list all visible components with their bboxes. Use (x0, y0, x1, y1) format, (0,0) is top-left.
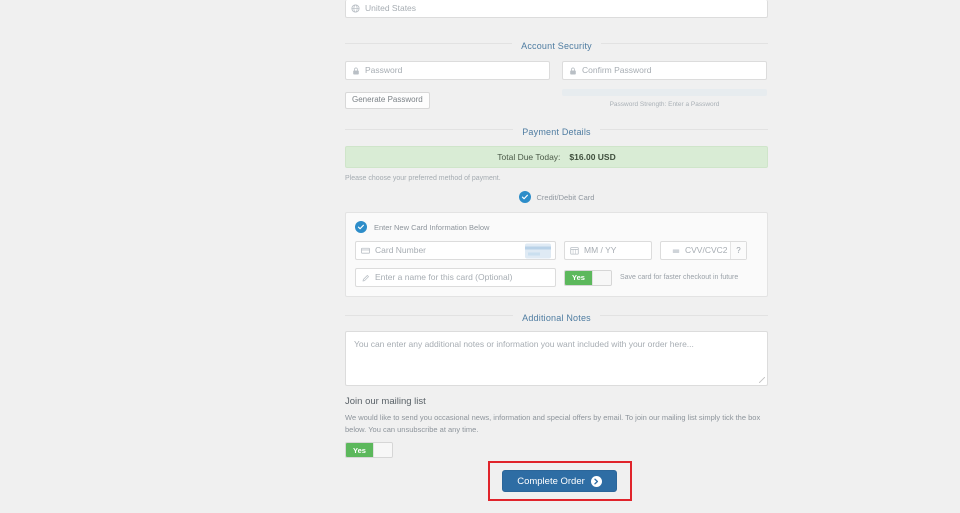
card-cvv-placeholder-text: CVV/CVC2 (685, 245, 728, 256)
card-cvv-field[interactable]: CVV/CVC2 ? (660, 241, 747, 260)
order-form: United States Account Security Password … (345, 0, 768, 513)
check-circle-icon (355, 221, 367, 233)
complete-order-button[interactable]: Complete Order (502, 470, 617, 493)
confirm-password-placeholder-text: Confirm Password (582, 65, 652, 76)
section-title: Account Security (512, 41, 601, 51)
calendar-icon (570, 246, 579, 255)
total-due-label: Total Due Today: (497, 152, 561, 162)
password-placeholder-text: Password (365, 65, 403, 76)
total-due-banner: Total Due Today: $16.00 USD (345, 146, 768, 168)
card-name-field[interactable]: Enter a name for this card (Optional) (355, 268, 556, 287)
arrow-right-circle-icon (590, 475, 602, 487)
additional-notes-placeholder-text: You can enter any additional notes or in… (354, 339, 694, 349)
generate-password-button[interactable]: Generate Password (345, 92, 430, 109)
credit-card-icon (361, 246, 370, 255)
new-card-panel: Enter New Card Information Below Card Nu… (345, 212, 768, 297)
card-fields-row: Card Number MM / YY CVV/CVC2 ? (355, 241, 758, 260)
card-name-row: Enter a name for this card (Optional) Ye… (355, 268, 758, 287)
total-due-value: $16.00 USD (569, 152, 616, 162)
payment-method-hint: Please choose your preferred method of p… (345, 175, 501, 182)
new-card-label: Enter New Card Information Below (374, 222, 490, 232)
check-circle-icon (518, 191, 531, 203)
country-value: United States (365, 3, 417, 14)
payment-method-option-credit-card[interactable]: Credit/Debit Card (345, 191, 768, 203)
cvv-help-button[interactable]: ? (730, 242, 746, 259)
card-expiry-placeholder-text: MM / YY (584, 245, 617, 256)
confirm-password-field[interactable]: Confirm Password (562, 61, 767, 80)
password-field[interactable]: Password (345, 61, 550, 80)
card-number-field[interactable]: Card Number (355, 241, 556, 260)
card-name-placeholder-text: Enter a name for this card (Optional) (375, 272, 513, 283)
mailing-list-toggle-on-label: Yes (346, 443, 373, 458)
save-card-toggle-on-label: Yes (565, 270, 592, 285)
card-brand-icon (525, 243, 551, 258)
save-card-toggle[interactable]: Yes (564, 269, 612, 286)
mailing-list-toggle-knob (373, 443, 392, 458)
password-strength-label: Password Strength: Enter a Password (609, 101, 720, 108)
card-expiry-field[interactable]: MM / YY (564, 241, 652, 260)
section-title: Payment Details (513, 127, 600, 137)
card-number-placeholder-text: Card Number (375, 245, 427, 256)
submit-area: Complete Order (345, 461, 768, 507)
payment-details-heading: Payment Details (345, 122, 768, 137)
lock-icon (568, 66, 577, 75)
password-strength-bar (562, 89, 767, 96)
additional-notes-heading: Additional Notes (345, 308, 768, 323)
complete-order-label: Complete Order (517, 475, 585, 487)
payment-method-label: Credit/Debit Card (536, 192, 595, 202)
globe-icon (351, 4, 360, 13)
mailing-list-description: We would like to send you occasional new… (345, 413, 761, 434)
mailing-list-title: Join our mailing list (345, 396, 426, 407)
mailing-list-toggle[interactable]: Yes (345, 442, 393, 459)
save-card-description: Save card for faster checkout in future (620, 274, 739, 281)
new-card-option[interactable]: Enter New Card Information Below (355, 221, 758, 233)
country-field[interactable]: United States (345, 0, 768, 18)
checkout-page: United States Account Security Password … (0, 0, 960, 513)
pencil-icon (361, 273, 370, 282)
password-row: Password Generate Password Confirm Passw… (345, 61, 768, 109)
additional-notes-textarea[interactable]: You can enter any additional notes or in… (345, 331, 768, 386)
lock-icon (351, 66, 360, 75)
section-title: Additional Notes (513, 313, 600, 323)
account-security-heading: Account Security (345, 36, 768, 51)
save-card-toggle-knob (592, 270, 611, 285)
resize-grip-icon[interactable] (759, 377, 765, 383)
cvv-icon (671, 246, 680, 255)
